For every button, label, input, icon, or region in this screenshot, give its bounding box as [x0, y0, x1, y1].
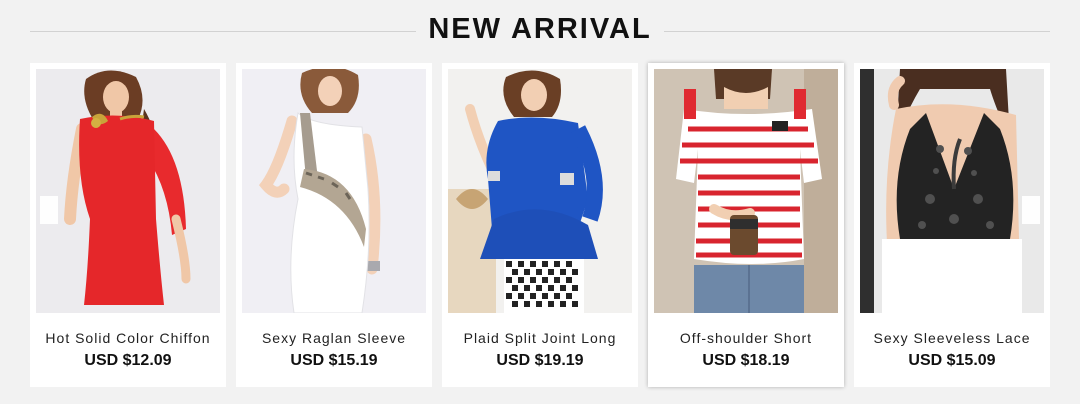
product-image[interactable]: [36, 69, 220, 313]
header-divider-right: [664, 31, 1050, 32]
product-name[interactable]: Off-shoulder Short: [648, 330, 844, 346]
product-card[interactable]: Hot Solid Color Chiffon USD $12.09: [30, 63, 226, 387]
product-price: USD $15.19: [290, 352, 378, 369]
section-title: NEW ARRIVAL: [428, 13, 652, 45]
product-card[interactable]: Off-shoulder Short USD $18.19: [648, 63, 844, 387]
product-price: USD $18.19: [702, 352, 790, 369]
section-header: NEW ARRIVAL: [30, 10, 1050, 54]
product-price: USD $19.19: [496, 352, 584, 369]
product-name[interactable]: Plaid Split Joint Long: [442, 330, 638, 346]
carousel-next-button[interactable]: [1022, 196, 1040, 224]
product-price: USD $15.09: [908, 352, 996, 369]
product-image[interactable]: [860, 69, 1044, 313]
product-name[interactable]: Hot Solid Color Chiffon: [30, 330, 226, 346]
product-image[interactable]: [654, 69, 838, 313]
carousel-prev-button[interactable]: [40, 196, 58, 224]
product-card[interactable]: Sexy Raglan Sleeve USD $15.19: [236, 63, 432, 387]
product-image[interactable]: [242, 69, 426, 313]
product-name[interactable]: Sexy Sleeveless Lace: [854, 330, 1050, 346]
product-name[interactable]: Sexy Raglan Sleeve: [236, 330, 432, 346]
product-price: USD $12.09: [84, 352, 172, 369]
product-image[interactable]: [448, 69, 632, 313]
product-card[interactable]: Plaid Split Joint Long USD $19.19: [442, 63, 638, 387]
product-card[interactable]: Sexy Sleeveless Lace USD $15.09: [854, 63, 1050, 387]
